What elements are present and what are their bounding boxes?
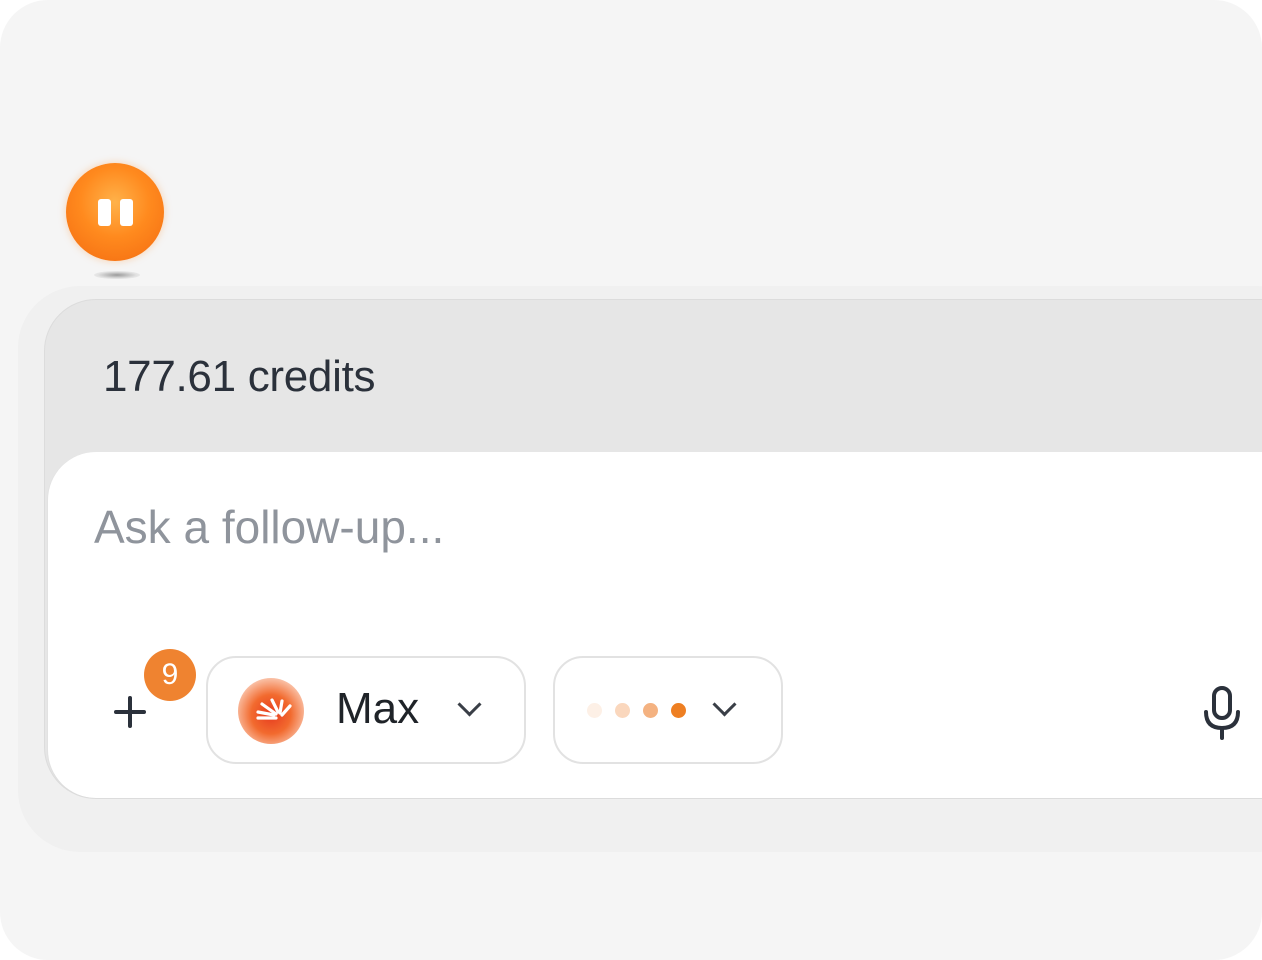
effort-dot-1	[587, 703, 602, 718]
model-burst-icon	[238, 678, 304, 744]
attach-button[interactable]	[108, 692, 158, 732]
attachment-count-badge: 9	[144, 649, 196, 701]
pause-icon-bar-right	[119, 198, 133, 226]
follow-up-input[interactable]	[94, 492, 1194, 562]
pause-button[interactable]	[66, 163, 164, 261]
effort-dot-3	[643, 703, 658, 718]
model-label: Max	[336, 684, 420, 733]
microphone-icon	[1204, 686, 1240, 740]
microphone-button[interactable]	[1198, 684, 1248, 744]
effort-select[interactable]	[553, 656, 783, 764]
effort-dot-2	[615, 703, 630, 718]
pause-icon-bar-left	[97, 198, 111, 226]
input-card: 9 Max	[48, 452, 1262, 798]
pause-button-shadow	[94, 271, 140, 279]
composer-panel: 177.61 credits 9	[44, 299, 1262, 799]
app-frame: 177.61 credits 9	[0, 0, 1262, 960]
chevron-down-icon	[712, 692, 737, 717]
chevron-down-icon	[457, 692, 482, 717]
model-select[interactable]: Max	[206, 656, 526, 764]
effort-dot-4	[671, 703, 686, 718]
credits-balance: 177.61 credits	[103, 352, 376, 401]
